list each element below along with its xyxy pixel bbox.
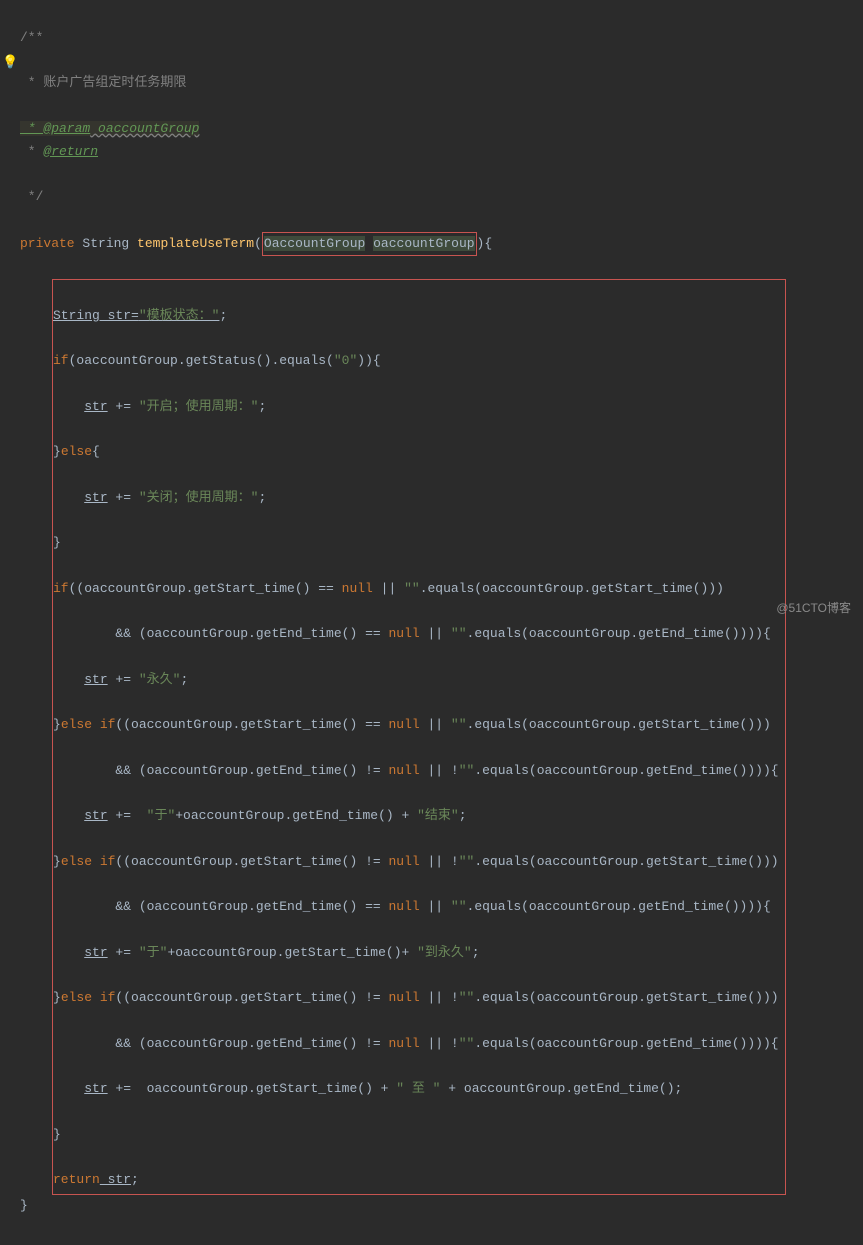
code-line: str += "开启；使用周期："; bbox=[53, 396, 779, 419]
code-line: }else{ bbox=[53, 441, 779, 464]
code-line: }else if((oaccountGroup.getStart_time() … bbox=[53, 987, 779, 1010]
code-line: if(oaccountGroup.getStatus().equals("0")… bbox=[53, 350, 779, 373]
watermark-text: @51CTO博客 bbox=[776, 598, 851, 619]
param-tag: * @param bbox=[20, 121, 90, 136]
method-close: } bbox=[20, 1195, 863, 1218]
code-line: str += oaccountGroup.getStart_time() + "… bbox=[53, 1078, 779, 1101]
code-line: str += "关闭；使用周期："; bbox=[53, 487, 779, 510]
parameter-highlight: OaccountGroup oaccountGroup bbox=[262, 232, 477, 257]
comment-close: */ bbox=[20, 186, 863, 209]
code-line: if((oaccountGroup.getStart_time() == nul… bbox=[53, 578, 779, 601]
code-line: } bbox=[53, 532, 779, 555]
code-line: } bbox=[53, 1124, 779, 1147]
code-line: }else if((oaccountGroup.getStart_time() … bbox=[53, 851, 779, 874]
code-line: str += "永久"; bbox=[53, 669, 779, 692]
comment-open: /** bbox=[20, 27, 863, 50]
comment-return-line: * @return bbox=[20, 141, 863, 164]
code-line: String str="模板状态："; bbox=[53, 305, 779, 328]
return-tag: @return bbox=[43, 144, 98, 159]
code-line: return str; bbox=[53, 1169, 779, 1192]
code-line: && (oaccountGroup.getEnd_time() != null … bbox=[53, 1033, 779, 1056]
code-line: }else if((oaccountGroup.getStart_time() … bbox=[53, 714, 779, 737]
method-signature: private String templateUseTerm(OaccountG… bbox=[20, 232, 863, 257]
code-line: && (oaccountGroup.getEnd_time() == null … bbox=[53, 623, 779, 646]
code-line: && (oaccountGroup.getEnd_time() == null … bbox=[53, 896, 779, 919]
code-line: str += "于"+oaccountGroup.getEnd_time() +… bbox=[53, 805, 779, 828]
code-line: && (oaccountGroup.getEnd_time() != null … bbox=[53, 760, 779, 783]
comment-param-line: * @param oaccountGroup bbox=[20, 121, 199, 136]
param-name: oaccountGroup bbox=[90, 121, 199, 136]
code-line: str += "于"+oaccountGroup.getStart_time()… bbox=[53, 942, 779, 965]
code-editor[interactable]: /** * 账户广告组定时任务期限 * @param oaccountGroup… bbox=[0, 0, 863, 1245]
comment-desc: * 账户广告组定时任务期限 bbox=[20, 72, 863, 95]
method-body-highlight: String str="模板状态："; if(oaccountGroup.get… bbox=[52, 279, 786, 1195]
intention-bulb-icon[interactable]: 💡 bbox=[2, 52, 18, 75]
